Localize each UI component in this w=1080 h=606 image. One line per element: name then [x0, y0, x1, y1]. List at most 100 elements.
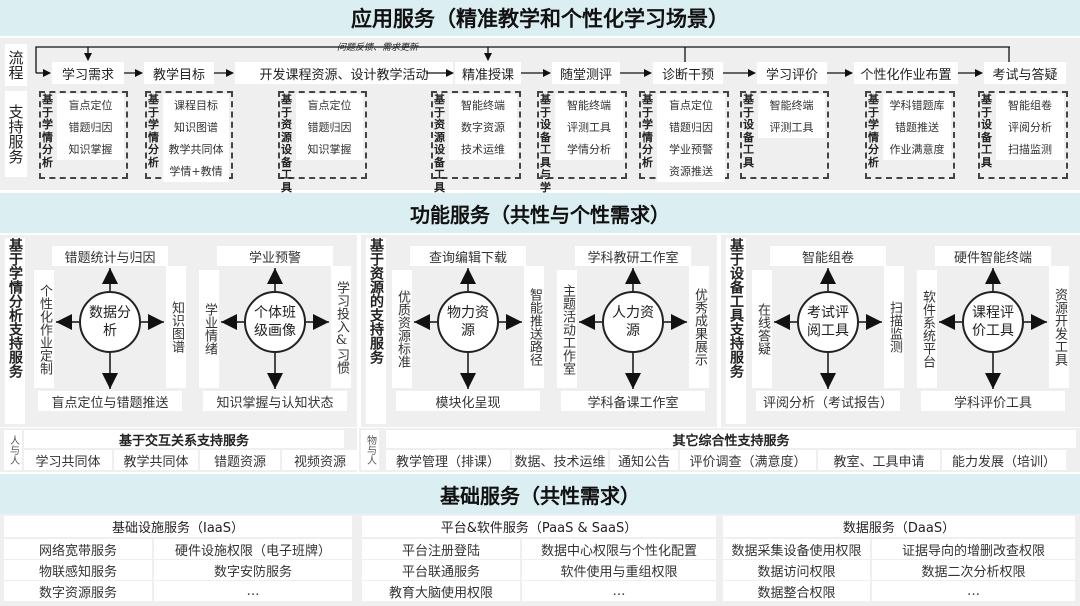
support-item: 盲点定位	[296, 94, 363, 116]
hub-bottom-label: 学科评价工具	[921, 391, 1065, 411]
hub-bottom-label: 知识掌握与认知状态	[203, 391, 347, 411]
hub-bottom-label: 盲点定位与错题推送	[38, 391, 182, 411]
foundation-cell: 数字资源服务	[4, 581, 152, 601]
functional-service-title: 功能服务（共性与个性需求）	[410, 202, 670, 227]
support-item: 错题归因	[57, 116, 124, 138]
support-item: 作业满意度	[883, 138, 951, 160]
flow-step-teaching-goals: 教学目标	[144, 62, 214, 84]
flow-step-develop-resources: 开发课程资源、设计教学活动	[235, 62, 453, 84]
support-group-5: 基于设备工具与学情分析 智能终端 评测工具 学情分析	[537, 91, 627, 231]
foundation-cell: 硬件设施权限（电子班牌）	[154, 539, 352, 559]
application-service-header: 应用服务（精准教学和个性化学习场景）	[0, 0, 1080, 36]
hub-left-label: 个性化作业定制	[34, 270, 54, 388]
other-item: 数据、技术运维	[512, 450, 608, 470]
interaction-item: 视频资源	[282, 450, 358, 470]
flow-step-learning-needs: 学习需求	[52, 62, 124, 84]
other-item: 教学管理（排课）	[386, 450, 510, 470]
hub-top-label: 查询编辑下载	[410, 246, 526, 266]
support-item: 学情+教情	[163, 160, 229, 182]
hub-left-label: 软件系统平台	[917, 270, 937, 388]
support-item: 数字资源	[449, 116, 517, 138]
hub-top-label: 智能组卷	[770, 246, 886, 266]
support-group-label: 基于学情分析	[42, 93, 53, 169]
hub-right-label: 知识图谱	[166, 266, 186, 388]
support-group-7: 基于设备工具 智能终端 评测工具	[740, 91, 829, 179]
support-group-label: 基于设备工具	[981, 93, 992, 169]
foundation-cell: 教育大脑使用权限	[362, 581, 520, 601]
support-item: 技术运维	[449, 138, 517, 160]
support-group-label: 基于设备工具	[743, 93, 754, 169]
other-item: 能力发展（培训）	[942, 450, 1066, 470]
hub-right-label: 学习投入&习惯	[331, 266, 351, 388]
flow-step-class-assessment: 随堂测评	[552, 62, 620, 84]
support-item: 智能终端	[758, 94, 825, 116]
hub-center: 课程评价工具	[962, 291, 1024, 353]
foundation-cell: 平台注册登陆	[362, 539, 520, 559]
interaction-side-label: 人与人	[4, 430, 22, 470]
foundation-cell: 数字安防服务	[154, 560, 352, 580]
support-group-label: 基于资源设备工具	[434, 93, 445, 194]
hub-center: 人力资源	[602, 291, 664, 353]
foundation-column-title: 基础设施服务（IaaS）	[4, 516, 352, 537]
interaction-item: 错题资源	[200, 450, 280, 470]
hub-top-label: 硬件智能终端	[935, 246, 1051, 266]
support-item: 评测工具	[555, 116, 623, 138]
support-group-label: 基于资源设备工具	[281, 93, 292, 194]
foundation-cell: …	[522, 581, 716, 601]
foundation-service-title: 基础服务（共性需求）	[440, 483, 640, 508]
feedback-label: 问题反馈、需求更新	[335, 40, 421, 53]
hub-center: 个体班级画像	[244, 291, 306, 353]
hub-right-label: 智能推送路径	[524, 266, 544, 388]
flow-step-learning-evaluation: 学习评价	[757, 62, 827, 84]
support-item: 错题推送	[883, 116, 951, 138]
support-item: 智能组卷	[996, 94, 1064, 116]
support-group-8: 基于学情分析 学科错题库 错题推送 作业满意度	[865, 91, 955, 179]
support-item: 学科错题库	[883, 94, 951, 116]
foundation-cell: …	[872, 581, 1075, 601]
hub-left-label: 学业情绪	[199, 270, 219, 388]
panel-label: 基于资源的支持服务	[366, 238, 386, 424]
other-side-label: 物与人	[361, 430, 379, 470]
support-group-label: 基于学情分析	[868, 93, 879, 169]
functional-service-header: 功能服务（共性与个性需求）	[0, 193, 1080, 233]
foundation-cell: 数据访问权限	[723, 560, 870, 580]
support-group-1: 基于学情分析 盲点定位 错题归因 知识掌握	[39, 91, 128, 179]
hub-left-label: 在线答疑	[752, 270, 772, 388]
foundation-service-header: 基础服务（共性需求）	[0, 474, 1080, 514]
foundation-cell: 证据导向的增删改查权限	[872, 539, 1075, 559]
support-group-label: 基于学情分析	[642, 93, 653, 169]
support-item: 盲点定位	[657, 94, 725, 116]
hub-right-label: 资源开发工具	[1049, 266, 1069, 388]
foundation-cell: 平台联通服务	[362, 560, 520, 580]
hub-bottom-label: 评阅分析（考试报告）	[756, 391, 900, 411]
flow-step-precise-teaching: 精准授课	[455, 62, 521, 84]
foundation-cell: 数据整合权限	[723, 581, 870, 601]
interaction-title: 基于交互关系支持服务	[24, 430, 344, 449]
hub-center: 考试评阅工具	[797, 291, 859, 353]
support-group-2: 基于学情分析 课程目标 知识图谱 教学共同体 学情+教情	[145, 91, 233, 182]
support-item: 盲点定位	[57, 94, 124, 116]
hub-bottom-label: 学科备课工作室	[561, 391, 705, 411]
other-title: 其它综合性支持服务	[386, 430, 1076, 449]
flow-step-exam-qa: 考试与答疑	[984, 62, 1066, 84]
flow-label: 流程	[5, 44, 27, 86]
support-item: 课程目标	[163, 94, 229, 116]
support-item: 错题归因	[296, 116, 363, 138]
support-item: 智能终端	[555, 94, 623, 116]
hub-right-label: 扫描监测	[884, 266, 904, 388]
hub-center: 数据分析	[79, 291, 141, 353]
support-item: 错题归因	[657, 116, 725, 138]
foundation-cell: 数据采集设备使用权限	[723, 539, 870, 559]
foundation-cell: 数据中心权限与个性化配置	[522, 539, 716, 559]
interaction-item: 教学共同体	[114, 450, 198, 470]
foundation-cell: 数据二次分析权限	[872, 560, 1075, 580]
support-group-9: 基于设备工具 智能组卷 评阅分析 扫描监测	[978, 91, 1068, 179]
flow-step-diagnosis: 诊断干预	[653, 62, 723, 84]
support-item: 学业预警	[657, 138, 725, 160]
feedback-label-text: 问题反馈、需求更新	[337, 43, 419, 53]
hub-top-label: 错题统计与归因	[52, 246, 168, 266]
panel-label: 基于设备工具支持服务	[726, 238, 746, 424]
panel-label: 基于学情分析支持服务	[5, 238, 25, 424]
foundation-column-title: 数据服务（DaaS）	[723, 516, 1075, 537]
support-group-3: 基于资源设备工具 盲点定位 错题归因 知识掌握	[278, 91, 367, 193]
